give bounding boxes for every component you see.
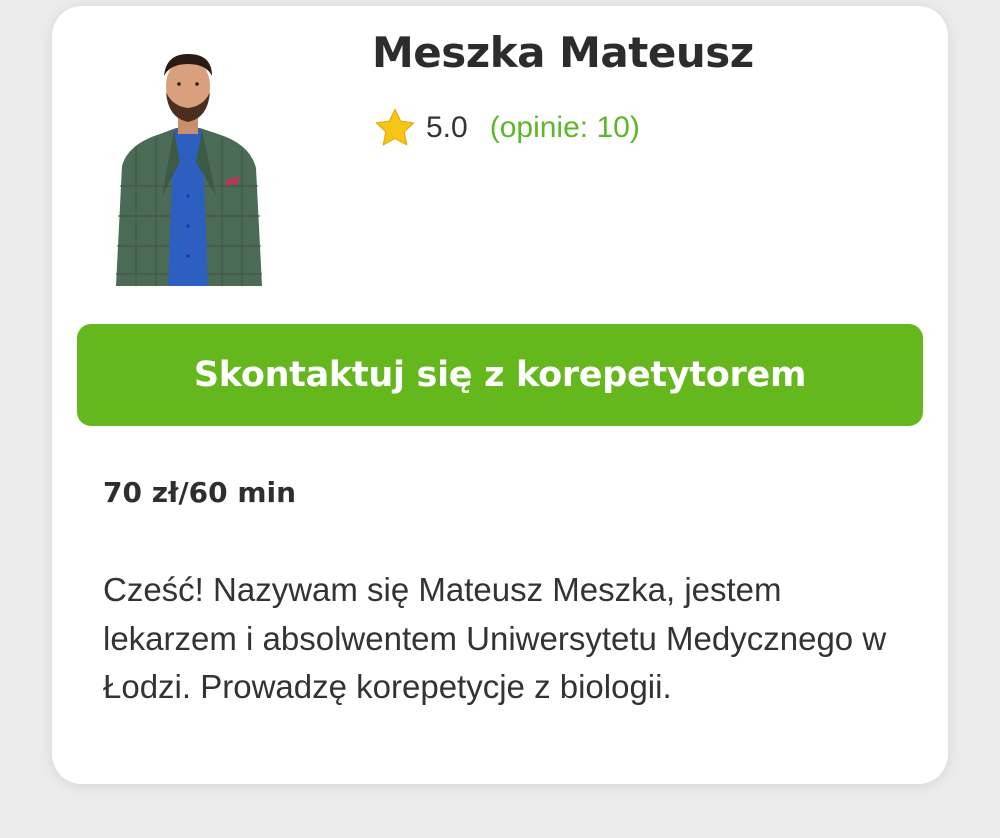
tutor-name: Meszka Mateusz	[372, 28, 754, 77]
tutor-description: Cześć! Nazywam się Mateusz Meszka, jeste…	[103, 571, 887, 705]
rating-row: 5.0 (opinie: 10)	[372, 106, 640, 150]
price-label: 70 zł/60 min	[103, 476, 297, 509]
tutor-photo-illustration	[116, 54, 262, 286]
reviews-link[interactable]: (opinie: 10)	[490, 111, 640, 145]
tutor-photo[interactable]	[76, 46, 298, 286]
star-icon	[375, 108, 415, 146]
rating-value: 5.0	[426, 111, 468, 144]
tutor-card: Meszka Mateusz 5.0 (opinie: 10) Skontakt…	[52, 6, 948, 784]
contact-tutor-button[interactable]: Skontaktuj się z korepetytorem	[77, 324, 923, 426]
